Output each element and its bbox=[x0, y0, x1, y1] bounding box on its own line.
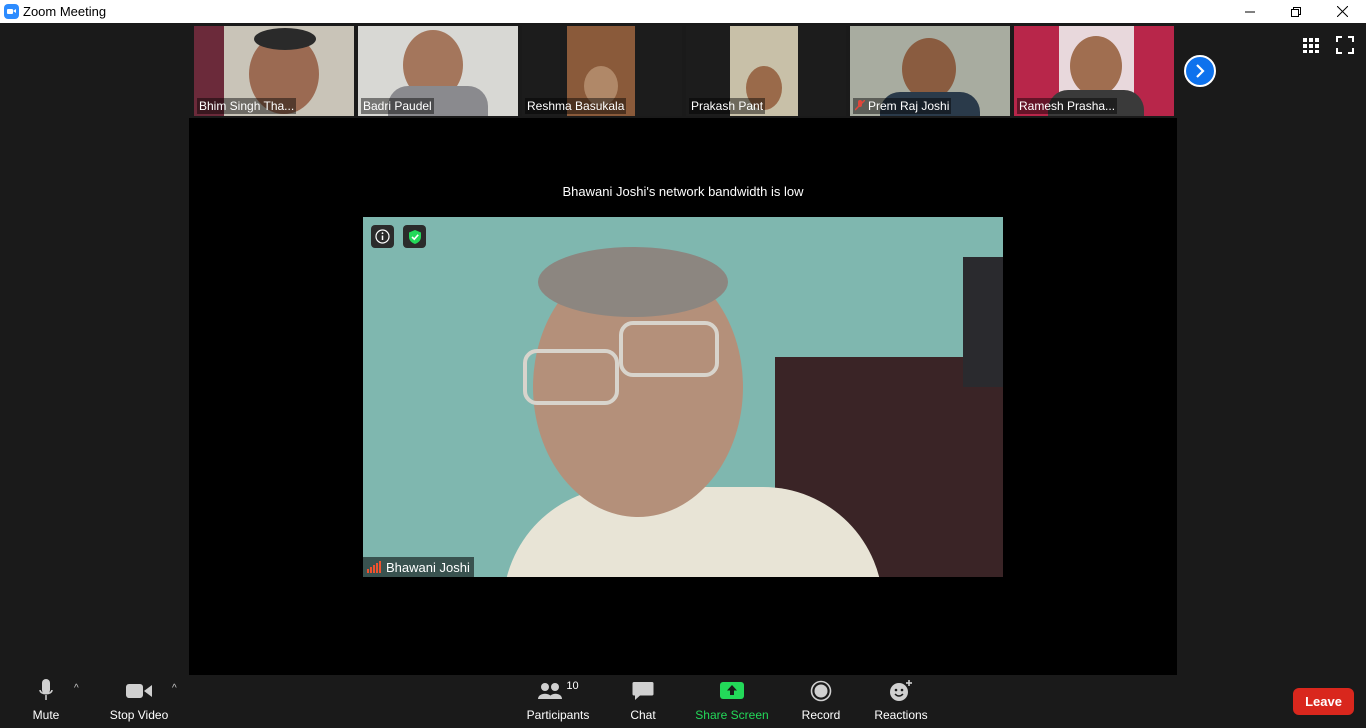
participant-name: Prakash Pant bbox=[689, 98, 766, 114]
participant-thumbnail[interactable]: Ramesh Prasha... bbox=[1014, 26, 1174, 116]
fullscreen-button[interactable] bbox=[1336, 36, 1354, 54]
restore-icon bbox=[1291, 6, 1301, 17]
reactions-button[interactable]: Reactions bbox=[872, 675, 930, 728]
window-title: Zoom Meeting bbox=[23, 4, 107, 19]
close-button[interactable] bbox=[1319, 0, 1365, 23]
meeting-info-button[interactable] bbox=[371, 225, 394, 248]
share-screen-button[interactable]: Share Screen bbox=[694, 675, 770, 728]
stop-video-label: Stop Video bbox=[109, 708, 169, 722]
participant-name: Badri Paudel bbox=[361, 98, 434, 114]
gallery-view-button[interactable] bbox=[1302, 36, 1320, 54]
active-speaker-stage: Bhawani Joshi's network bandwidth is low… bbox=[189, 118, 1177, 675]
record-button[interactable]: Record bbox=[798, 675, 844, 728]
speaker-name-tag: Bhawani Joshi bbox=[363, 557, 474, 577]
participant-name: Ramesh Prasha... bbox=[1017, 98, 1118, 114]
leave-meeting-button[interactable]: Leave bbox=[1293, 688, 1354, 715]
chevron-right-icon bbox=[1196, 64, 1205, 78]
participant-strip: Bhim Singh Tha... Badri Paudel Reshma Ba… bbox=[194, 26, 1174, 116]
record-label: Record bbox=[801, 708, 841, 722]
grid-icon bbox=[1303, 38, 1319, 53]
participants-count: 10 bbox=[566, 680, 579, 692]
network-signal-icon bbox=[367, 561, 381, 573]
minimize-button[interactable] bbox=[1227, 0, 1273, 23]
chat-label: Chat bbox=[630, 708, 656, 722]
close-icon bbox=[1336, 6, 1348, 17]
meeting-toolbar: Mute ^ Stop Video ^ 10 Participants Chat… bbox=[0, 675, 1366, 728]
smiley-add-icon bbox=[890, 680, 912, 701]
encryption-status-button[interactable] bbox=[403, 225, 426, 248]
participant-name-text: Prem Raj Joshi bbox=[868, 99, 950, 113]
shield-check-icon bbox=[408, 229, 421, 244]
video-options-caret[interactable]: ^ bbox=[172, 683, 177, 694]
video-camera-icon bbox=[126, 684, 152, 698]
participant-thumbnail[interactable]: Reshma Basukala bbox=[522, 26, 682, 116]
share-screen-icon bbox=[720, 682, 744, 699]
bandwidth-notice: Bhawani Joshi's network bandwidth is low bbox=[562, 184, 804, 199]
participant-thumbnail[interactable]: Bhim Singh Tha... bbox=[194, 26, 354, 116]
mute-button[interactable]: Mute bbox=[22, 675, 70, 728]
muted-microphone-icon bbox=[854, 99, 866, 111]
record-icon bbox=[810, 680, 832, 702]
microphone-icon bbox=[39, 679, 53, 700]
stop-video-button[interactable]: Stop Video bbox=[104, 675, 174, 728]
participant-name: Bhim Singh Tha... bbox=[197, 98, 297, 114]
mute-label: Mute bbox=[32, 708, 60, 722]
fullscreen-icon bbox=[1336, 36, 1354, 54]
participants-label: Participants bbox=[526, 708, 590, 722]
share-screen-label: Share Screen bbox=[695, 708, 769, 722]
participants-button[interactable]: 10 Participants bbox=[524, 675, 592, 728]
audio-options-caret[interactable]: ^ bbox=[74, 683, 79, 694]
info-icon bbox=[375, 229, 390, 244]
participant-thumbnail[interactable]: Prakash Pant bbox=[686, 26, 846, 116]
minimize-icon bbox=[1245, 11, 1255, 12]
participant-thumbnail[interactable]: Badri Paudel bbox=[358, 26, 518, 116]
next-page-button[interactable] bbox=[1184, 55, 1216, 87]
title-bar: Zoom Meeting bbox=[0, 0, 1366, 23]
chat-bubble-icon bbox=[632, 682, 654, 700]
chat-button[interactable]: Chat bbox=[622, 675, 664, 728]
zoom-logo-icon bbox=[4, 4, 19, 19]
participant-name: Prem Raj Joshi bbox=[853, 98, 952, 114]
reactions-label: Reactions bbox=[874, 708, 928, 722]
participant-name: Reshma Basukala bbox=[525, 98, 627, 114]
restore-button[interactable] bbox=[1273, 0, 1319, 23]
participant-thumbnail[interactable]: Prem Raj Joshi bbox=[850, 26, 1010, 116]
participants-icon bbox=[538, 683, 563, 699]
active-speaker-video: Bhawani Joshi bbox=[363, 217, 1003, 577]
speaker-name: Bhawani Joshi bbox=[386, 559, 470, 575]
